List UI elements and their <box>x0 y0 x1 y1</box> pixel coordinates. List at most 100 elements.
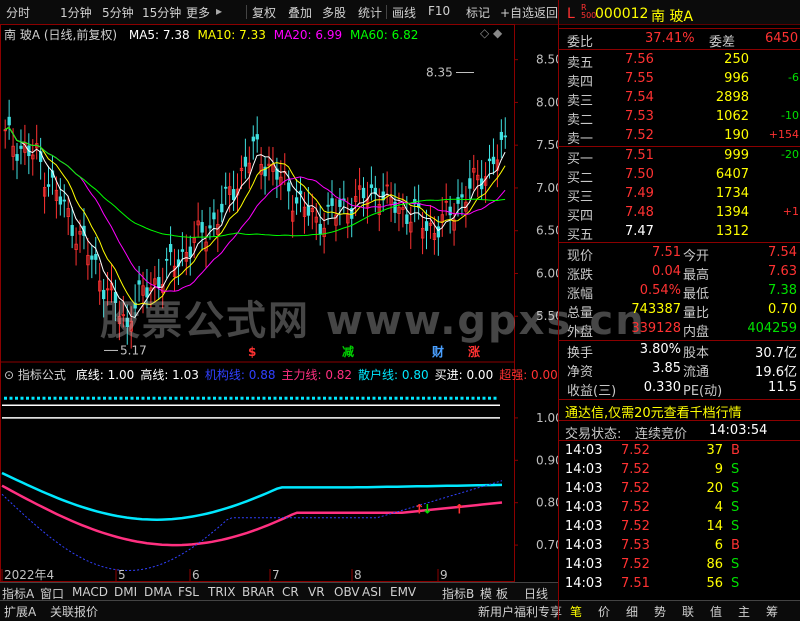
candle-body <box>306 205 311 216</box>
tick-time: 14:03 <box>565 576 603 591</box>
indicator-tab-3[interactable]: DMI <box>114 585 137 599</box>
stat-value: 7.38 <box>768 283 797 298</box>
signal-bar <box>295 396 299 400</box>
trade-time: 14:03:54 <box>709 423 768 438</box>
more-arrow-icon[interactable]: ▸ <box>216 4 222 18</box>
new-user-promo-link[interactable]: 新用户福利专享 <box>478 603 562 620</box>
toolbar-item-2[interactable]: 5分钟 <box>102 4 134 21</box>
indicator-title[interactable]: 指标公式 <box>18 368 66 382</box>
signal-bar <box>422 396 425 400</box>
bid-price[interactable]: 7.49 <box>625 186 654 201</box>
bid-price[interactable]: 7.48 <box>625 205 654 220</box>
signal-bar <box>394 396 398 400</box>
bid-price[interactable]: 7.51 <box>625 148 654 163</box>
indicator-tab-12[interactable]: EMV <box>390 585 416 599</box>
signal-bar <box>70 396 73 400</box>
bid-price[interactable]: 7.50 <box>625 167 654 182</box>
indicator-tab-8[interactable]: CR <box>282 585 299 599</box>
indicator-tab-6[interactable]: TRIX <box>208 585 235 599</box>
bid-price[interactable]: 7.47 <box>625 224 654 239</box>
price-axis-label: 8.50 <box>536 53 558 67</box>
candle-body <box>62 199 66 202</box>
toolbar-item-11[interactable]: 标记 <box>466 4 490 21</box>
signal-bar <box>158 396 161 400</box>
toolbar-item-1[interactable]: 1分钟 <box>60 4 92 21</box>
price-axis-label: 7.50 <box>536 138 558 152</box>
toolbar-item-7[interactable]: 多股 <box>322 4 346 21</box>
fundamental-label: 收益(三) <box>567 384 617 399</box>
fundamental-value: 3.80% <box>639 342 681 357</box>
tick-volume: 86 <box>706 557 723 572</box>
bid-volume: 1312 <box>715 224 749 239</box>
ask-price[interactable]: 7.53 <box>625 109 654 124</box>
candle-body <box>448 206 452 216</box>
signal-bar <box>240 396 244 400</box>
indicator-tab-11[interactable]: ASI <box>362 585 381 599</box>
toolbar-item-6[interactable]: 叠加 <box>288 4 312 21</box>
extension-a-tab[interactable]: 扩展A <box>4 603 36 620</box>
indicator-tab-4[interactable]: DMA <box>144 585 172 599</box>
signal-bar <box>471 396 475 400</box>
panel-divider <box>559 146 800 147</box>
toolbar-item-10[interactable]: F10 <box>428 4 450 18</box>
indicator-tab-7[interactable]: BRAR <box>242 585 275 599</box>
indicator-tab-2[interactable]: MACD <box>72 585 108 599</box>
signal-mark-2: 财 <box>431 344 444 359</box>
toolbar-item-8[interactable]: 统计 <box>358 4 382 21</box>
stat-value: 7.51 <box>652 245 681 260</box>
market-flag-icon: L <box>567 6 575 22</box>
tick-price: 7.52 <box>621 500 650 515</box>
signal-bar <box>400 396 403 400</box>
related-quote-tab[interactable]: 关联报价 <box>50 603 98 620</box>
tick-time: 14:03 <box>565 500 603 515</box>
ask-price[interactable]: 7.56 <box>625 52 654 67</box>
ask-level-label: 卖三 <box>567 94 594 109</box>
panel-divider <box>559 399 800 400</box>
signal-bar <box>279 396 282 400</box>
candle-body <box>460 194 464 198</box>
indicator-tab-10[interactable]: OBV <box>334 585 360 599</box>
signal-bar <box>444 396 447 400</box>
date-label: 2022年4 <box>4 568 54 582</box>
tick-price: 7.52 <box>621 443 650 458</box>
signal-bar <box>433 396 436 400</box>
signal-bar <box>229 396 233 400</box>
candle-body <box>361 187 366 199</box>
chart-corner-icons[interactable]: ◇ ◆ <box>480 26 502 40</box>
candle-body <box>405 214 409 224</box>
candle-body <box>499 131 504 140</box>
indicator-tab-5[interactable]: FSL <box>178 585 199 599</box>
candle-body <box>188 246 192 258</box>
signal-bar <box>103 396 106 400</box>
tick-price: 7.52 <box>621 462 650 477</box>
ask-price[interactable]: 7.54 <box>625 90 654 105</box>
ask-volume: 250 <box>724 52 749 67</box>
toolbar-item-9[interactable]: 画线 <box>392 4 416 21</box>
ask-price[interactable]: 7.55 <box>625 71 654 86</box>
signal-bar <box>180 396 183 400</box>
bid-level-label: 买四 <box>567 209 594 224</box>
fundamental-label: 净资 <box>567 365 594 380</box>
candle-body <box>212 212 216 220</box>
tick-side: B <box>731 538 740 553</box>
tick-volume: 37 <box>706 443 723 458</box>
toolbar-item-13[interactable]: 返回 <box>534 4 558 21</box>
toolbar-item-4[interactable]: 更多 <box>186 4 210 21</box>
tick-side: S <box>731 519 740 534</box>
signal-bar <box>389 396 392 400</box>
ma10-value: MA10: 7.33 <box>197 28 266 42</box>
signal-bar <box>86 396 90 400</box>
toolbar-item-5[interactable]: 复权 <box>252 4 276 21</box>
ask-price[interactable]: 7.52 <box>625 128 654 143</box>
tick-price: 7.53 <box>621 538 650 553</box>
indicator-toggle-icon[interactable]: ⊙ <box>4 368 14 382</box>
indicator-tab-9[interactable]: VR <box>308 585 325 599</box>
toolbar-item-3[interactable]: 15分钟 <box>142 4 181 21</box>
price-axis-label: 7.00 <box>536 181 558 195</box>
tick-side: S <box>731 557 740 572</box>
level2-promo-link[interactable]: 通达信,仅需20元查看千档行情 <box>565 402 742 421</box>
toolbar-item-0[interactable]: 分时 <box>6 4 30 21</box>
signal-bar <box>438 396 442 400</box>
signal-bar <box>169 396 172 400</box>
candle-body <box>157 277 161 288</box>
